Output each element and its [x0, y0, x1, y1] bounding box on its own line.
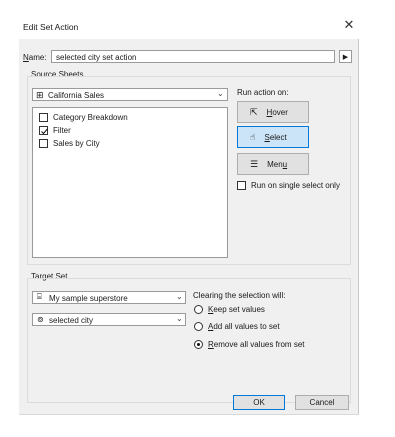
title-bar: Edit Set Action ✕: [19, 15, 359, 39]
pointer-icon: ⇱: [250, 106, 258, 117]
checkbox-checked[interactable]: [39, 126, 48, 135]
dashboard-select[interactable]: ⊞ California Sales ⌄: [32, 88, 228, 101]
click-pointer-icon: ☝: [250, 131, 256, 142]
cancel-button[interactable]: Cancel: [295, 395, 349, 410]
set-icon: ⊚: [37, 315, 44, 324]
dashboard-select-value: California Sales: [48, 91, 105, 100]
database-icon: ⌸: [37, 292, 42, 301]
radio-add-all-values[interactable]: Add all values to set: [194, 322, 280, 331]
name-label: Name:: [23, 53, 47, 62]
radio-button[interactable]: [194, 305, 203, 314]
dialog-title: Edit Set Action: [23, 22, 79, 32]
menu-icon: ☰: [250, 158, 259, 169]
insert-field-button[interactable]: ▶: [339, 50, 352, 63]
clearing-label: Clearing the selection will:: [193, 291, 286, 300]
radio-button-selected[interactable]: [194, 340, 203, 349]
edit-set-action-dialog: Edit Set Action ✕ Name: selected city se…: [19, 15, 359, 415]
sheet-item-filter[interactable]: Filter: [39, 126, 71, 135]
menu-label: Menu: [267, 159, 288, 169]
single-select-checkbox-row[interactable]: Run on single select only: [237, 181, 340, 190]
radio-button[interactable]: [194, 322, 203, 331]
sheets-list: Category Breakdown Filter Sales by City: [32, 107, 228, 258]
name-input-value: selected city set action: [56, 53, 137, 62]
select-label: Select: [264, 132, 287, 142]
chevron-down-icon: ⌄: [217, 89, 224, 98]
hover-button[interactable]: ⇱ Hover: [237, 101, 309, 123]
chevron-down-icon: ⌄: [176, 314, 183, 323]
hover-label: Hover: [266, 107, 288, 117]
sheet-item-sales-by-city[interactable]: Sales by City: [39, 139, 100, 148]
radio-keep-set-values[interactable]: Keep set values: [194, 305, 265, 314]
datasource-select[interactable]: ⌸ My sample superstore ⌄: [32, 291, 186, 304]
menu-button[interactable]: ☰ Menu: [237, 153, 309, 175]
ok-button[interactable]: OK: [233, 395, 285, 410]
radio-remove-all-values[interactable]: Remove all values from set: [194, 340, 304, 349]
select-button[interactable]: ☝ Select: [237, 126, 309, 148]
checkbox[interactable]: [39, 139, 48, 148]
run-action-label: Run action on:: [237, 88, 289, 97]
close-icon[interactable]: ✕: [342, 18, 356, 32]
datasource-select-value: My sample superstore: [49, 294, 128, 303]
chevron-down-icon: ⌄: [176, 292, 183, 301]
checkbox[interactable]: [237, 181, 246, 190]
dashboard-icon: ⊞: [36, 90, 44, 100]
check-icon: [41, 128, 48, 135]
sheet-item-category-breakdown[interactable]: Category Breakdown: [39, 113, 128, 122]
set-select-value: selected city: [49, 316, 94, 325]
set-select[interactable]: ⊚ selected city ⌄: [32, 313, 186, 326]
checkbox[interactable]: [39, 113, 48, 122]
name-input[interactable]: selected city set action: [51, 50, 335, 63]
triangle-right-icon: ▶: [342, 53, 349, 61]
